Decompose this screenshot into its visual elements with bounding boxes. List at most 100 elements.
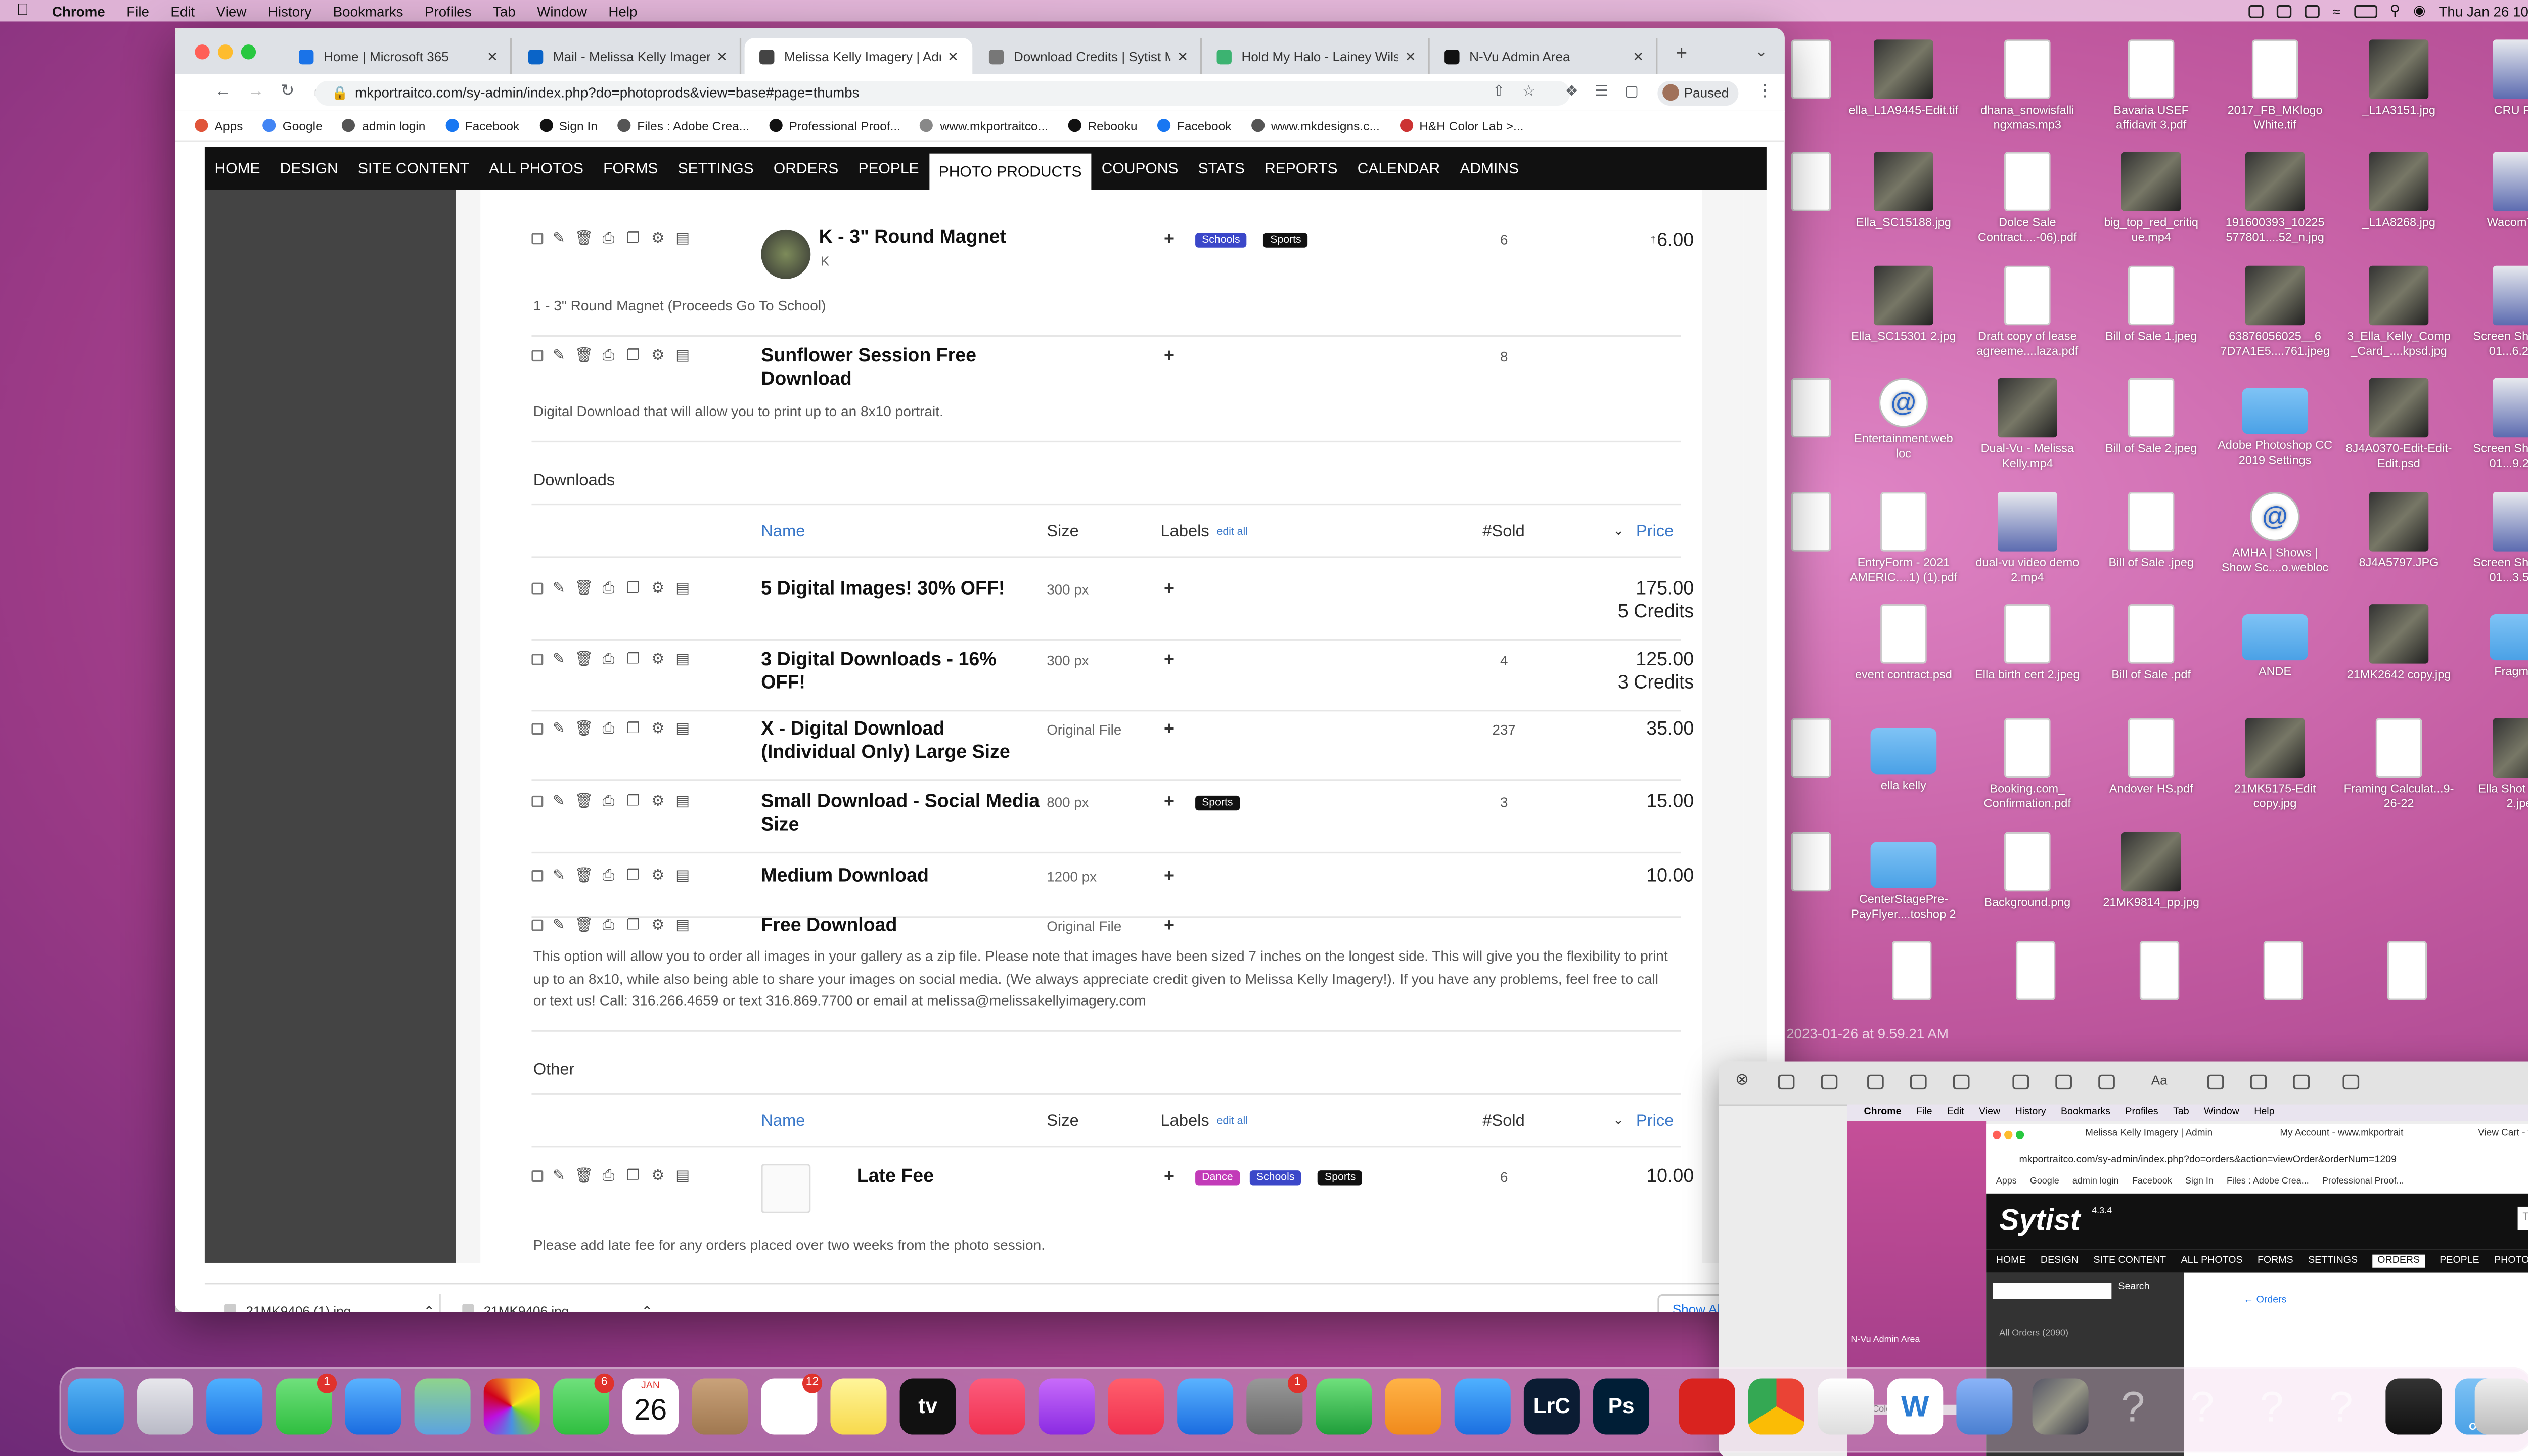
bookmark-item[interactable]: Professional Proof... — [769, 118, 900, 133]
site-nav-item[interactable]: STATS — [1188, 147, 1254, 190]
desktop-file-item[interactable]: Adobe Photoshop CC 2019 Settings — [2217, 378, 2333, 467]
system-settings-icon[interactable]: 1 — [1246, 1373, 1308, 1435]
desktop-file-item[interactable]: Ella_SC15188.jpg — [1846, 152, 1962, 230]
photoshop-icon[interactable]: Ps — [1593, 1378, 1650, 1435]
menu-edit[interactable]: Edit — [170, 3, 195, 19]
line-style-icon[interactable] — [2012, 1074, 2029, 1090]
desktop-file-item[interactable]: 8J4A0370-Edit-Edit-Edit.psd — [2341, 378, 2457, 471]
desktop-file-item[interactable] — [1786, 39, 1836, 102]
settings-icon[interactable]: ⚙ — [649, 916, 667, 933]
select-checkbox[interactable] — [531, 349, 544, 361]
duplicate-icon[interactable]: ❐ — [624, 792, 642, 809]
more-menu-icon[interactable]: ⋮ — [1756, 82, 1773, 101]
podcasts-icon[interactable] — [1038, 1378, 1095, 1435]
profile-button[interactable]: Paused — [1657, 81, 1739, 106]
forward-icon[interactable]: → — [248, 82, 264, 101]
settings-icon[interactable]: ⚙ — [649, 867, 667, 883]
menu-view[interactable]: View — [216, 3, 247, 19]
options-icon[interactable]: ▤ — [673, 230, 692, 246]
chrome-icon[interactable] — [1748, 1378, 1804, 1435]
tab-close-icon[interactable]: ✕ — [947, 49, 959, 63]
desktop-file-item[interactable]: 3_Ella_Kelly_Comp _Card_....kpsd.jpg — [2341, 265, 2457, 358]
bookmark-item[interactable]: Files : Adobe Crea... — [617, 118, 749, 133]
edit-icon[interactable]: ✎ — [550, 720, 568, 737]
desktop-file-item[interactable]: 2017_FB_MKlogo White.tif — [2217, 39, 2333, 132]
tab-close-icon[interactable]: ✕ — [1177, 49, 1188, 63]
settings-icon[interactable]: ⚙ — [649, 230, 667, 246]
bookmark-star-icon[interactable]: ☆ — [1522, 82, 1536, 101]
desktop-file-item[interactable]: 8J4A5797.JPG — [2341, 492, 2457, 570]
bookmark-item[interactable]: Google — [262, 118, 323, 133]
desktop-file-item[interactable]: Dual-Vu - Melissa Kelly.mp4 — [1970, 378, 2086, 471]
bookmark-item[interactable]: Apps — [195, 118, 243, 133]
settings-icon[interactable]: ⚙ — [649, 792, 667, 809]
desktop-file-item[interactable]: Bill of Sale 2.jpeg — [2093, 378, 2209, 456]
site-nav-item[interactable]: PEOPLE — [848, 147, 929, 190]
menu-window[interactable]: Window — [537, 3, 587, 19]
menu-file[interactable]: File — [126, 3, 149, 19]
menu-profiles[interactable]: Profiles — [425, 3, 472, 19]
music-icon[interactable] — [969, 1378, 1025, 1435]
desktop-file-item[interactable] — [1786, 378, 1836, 441]
desktop-file-item[interactable]: WacomTablet — [2465, 152, 2528, 230]
site-nav-item[interactable]: PHOTO PRODUCTS — [929, 153, 1092, 190]
share-icon[interactable]: ⇧ — [1493, 82, 1505, 101]
crop-tool-icon[interactable] — [1867, 1074, 1884, 1090]
zoom-window-button[interactable] — [241, 44, 256, 60]
apple-icon[interactable]:  — [17, 2, 29, 20]
edit-icon[interactable]: ✎ — [550, 867, 568, 883]
close-window-button[interactable] — [195, 44, 210, 60]
edit-icon[interactable]: ✎ — [550, 651, 568, 667]
browser-tab[interactable]: Mail - Melissa Kelly Imagery ✕ — [514, 38, 742, 74]
bookmark-item[interactable]: Facebook — [445, 118, 519, 133]
keyboard-icon[interactable] — [2385, 1378, 2442, 1435]
settings-icon[interactable]: ⚙ — [649, 347, 667, 363]
options-icon[interactable]: ▤ — [673, 1167, 692, 1184]
tab-close-icon[interactable]: ✕ — [716, 49, 728, 63]
back-icon[interactable]: ← — [214, 82, 231, 101]
product-name[interactable]: Small Download - Social Media Size — [761, 791, 1042, 837]
add-label-icon[interactable]: + — [1164, 1167, 1175, 1187]
border-color-icon[interactable] — [2055, 1074, 2072, 1090]
desktop-file-item[interactable]: @ AMHA | Shows | Show Sc....o.webloc — [2217, 492, 2333, 574]
app-store-icon[interactable] — [1454, 1378, 1511, 1435]
options-icon[interactable]: ▤ — [673, 867, 692, 883]
settings-icon[interactable]: ⚙ — [649, 720, 667, 737]
options-icon[interactable]: ▤ — [673, 720, 692, 737]
finder-icon[interactable] — [67, 1378, 124, 1435]
menu-tab[interactable]: Tab — [493, 3, 516, 19]
desktop-file-item[interactable] — [2382, 941, 2432, 1004]
bookmark-item[interactable]: Sign In — [539, 118, 598, 133]
duplicate-icon[interactable]: ❐ — [624, 347, 642, 363]
delete-icon[interactable]: 🗑 — [574, 867, 593, 883]
menu-help[interactable]: Help — [608, 3, 637, 19]
bookmark-item[interactable]: Rebooku — [1068, 118, 1138, 133]
site-nav-item[interactable]: HOME — [205, 147, 270, 190]
desktop-file-item[interactable]: CRU RAID — [2465, 39, 2528, 117]
desktop-file-item[interactable]: ANDE — [2217, 604, 2333, 678]
tab-search-icon[interactable]: ⌄ — [1755, 43, 1768, 61]
product-name[interactable]: 5 Digital Images! 30% OFF! — [761, 578, 1042, 601]
column-name-header[interactable]: Name — [761, 523, 805, 541]
label-tag[interactable]: Sports — [1195, 795, 1240, 811]
crop-icon[interactable] — [2250, 1074, 2267, 1090]
text-style-icon[interactable]: Aa — [2151, 1073, 2168, 1087]
tab-close-icon[interactable]: ✕ — [487, 49, 498, 63]
bookmark-item[interactable]: www.mkportraitco... — [920, 118, 1048, 133]
desktop-file-item[interactable]: EntryForm - 2021 AMERIC....1) (1).pdf — [1846, 492, 1962, 584]
extensions-icon[interactable]: ❖ — [1565, 82, 1578, 101]
sort-chevron-icon[interactable]: ⌄ — [1613, 523, 1624, 538]
safari-icon[interactable] — [206, 1378, 263, 1435]
duplicate-icon[interactable]: ❐ — [624, 651, 642, 667]
select-checkbox[interactable] — [531, 795, 544, 807]
print-icon[interactable]: ⎙ — [599, 1167, 617, 1184]
settings-icon[interactable]: ⚙ — [649, 579, 667, 596]
comment-icon[interactable] — [2293, 1074, 2310, 1090]
duplicate-icon[interactable]: ❐ — [624, 1167, 642, 1184]
print-icon[interactable]: ⎙ — [599, 720, 617, 737]
delete-icon[interactable]: 🗑 — [574, 1167, 593, 1184]
label-tag[interactable]: Dance — [1195, 1170, 1240, 1186]
desktop-file-item[interactable]: Ella birth cert 2.jpeg — [1970, 604, 2086, 682]
select-checkbox[interactable] — [531, 722, 544, 734]
add-label-icon[interactable]: + — [1164, 651, 1175, 670]
